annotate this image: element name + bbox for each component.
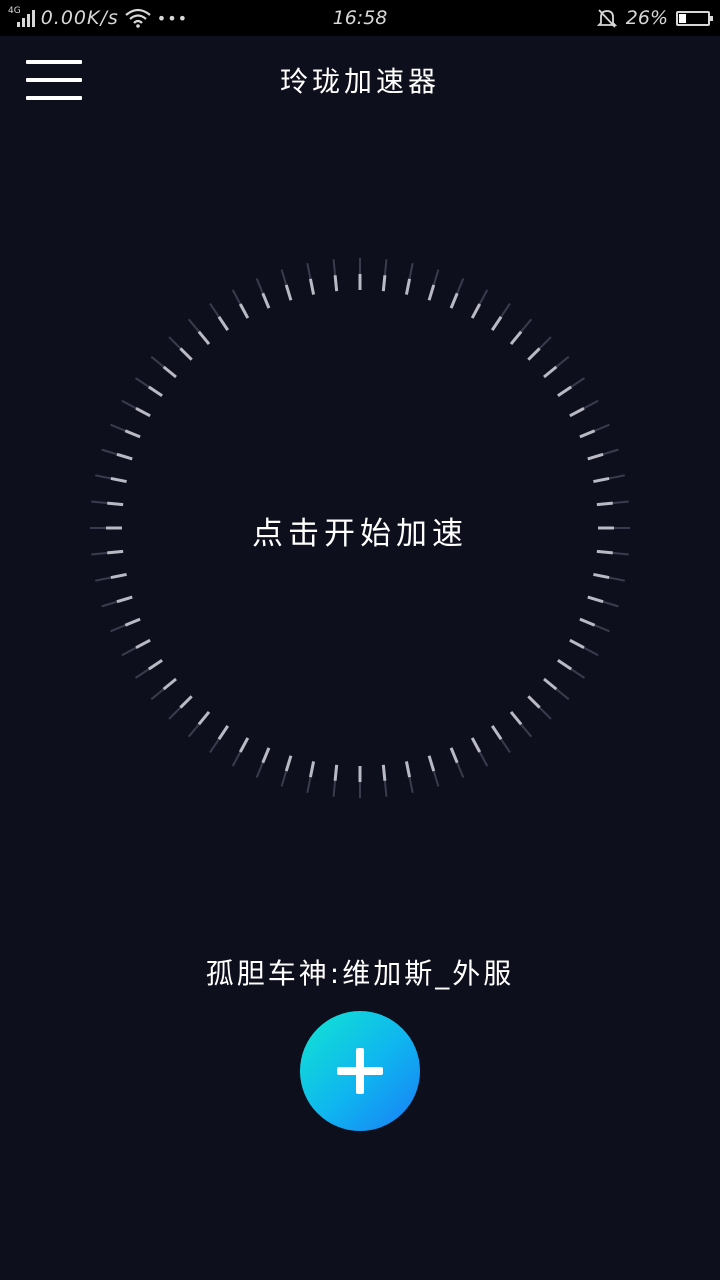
dial-tick <box>110 476 127 484</box>
dial-tick <box>162 677 177 691</box>
dial-tick <box>596 501 613 507</box>
dial-tick <box>404 761 412 778</box>
network-type: 4G <box>8 6 21 16</box>
add-game-button[interactable] <box>300 1011 420 1131</box>
page-title: 玲珑加速器 <box>279 65 440 98</box>
dial-tick <box>333 764 339 781</box>
battery-percent: 26% <box>625 7 668 29</box>
dial-tick <box>217 725 230 741</box>
dial-tick <box>527 347 541 361</box>
dial-tick <box>162 365 177 379</box>
battery-icon <box>676 10 713 26</box>
dial-tick <box>470 303 482 319</box>
battery-fill <box>679 13 686 23</box>
dial-tick <box>110 572 127 580</box>
dial-tick <box>116 595 133 604</box>
dial-tick <box>124 617 141 627</box>
dial-tick <box>333 275 339 292</box>
status-bar-left: 4G 0.00K/s ••• <box>8 0 188 36</box>
dial-tick <box>490 315 503 331</box>
dial-tick <box>587 452 604 461</box>
dial-tick <box>179 347 193 361</box>
dial-tick <box>527 695 541 709</box>
silent-bell-icon <box>596 9 617 28</box>
dial-tick <box>490 725 503 741</box>
app-screen: 4G 0.00K/s ••• 16:58 26% 玲珑加速器 点击开始加速 孤胆… <box>0 0 720 1280</box>
dial-tick <box>449 747 459 764</box>
status-bar: 4G 0.00K/s ••• 16:58 26% <box>0 0 720 36</box>
more-notifications-icon: ••• <box>156 8 189 28</box>
dial-tick <box>116 452 133 461</box>
dial-tick <box>197 711 211 726</box>
dial-tick <box>197 330 211 345</box>
dial-tick <box>427 284 436 301</box>
dial-tick <box>557 658 573 671</box>
dial-tick <box>569 406 585 418</box>
dial-tick <box>557 385 573 398</box>
dial-tick <box>404 278 412 295</box>
dial-tick <box>593 476 610 484</box>
dial-tick <box>427 755 436 772</box>
dial-tick <box>381 275 387 292</box>
dial-tick <box>543 365 558 379</box>
dial-tick <box>509 330 523 345</box>
start-accelerate-label[interactable]: 点击开始加速 <box>90 508 630 553</box>
dial-tick <box>238 737 250 753</box>
dial-tick <box>238 303 250 319</box>
dial-tick <box>470 737 482 753</box>
wifi-icon <box>125 8 151 28</box>
status-bar-right: 26% <box>596 0 713 36</box>
network-speed: 0.00K/s <box>40 7 119 29</box>
dial-tick <box>569 638 585 650</box>
dial-tick <box>308 761 316 778</box>
dial-tick <box>135 638 151 650</box>
dial-tick <box>261 292 271 309</box>
dial-tick <box>124 429 141 439</box>
accelerate-dial[interactable]: 点击开始加速 <box>90 258 630 798</box>
game-account-label: 孤胆车神:维加斯_外服 <box>205 957 515 990</box>
dial-tick <box>261 747 271 764</box>
dial-tick <box>107 501 124 507</box>
dial-tick <box>449 292 459 309</box>
dial-tick <box>135 406 151 418</box>
dial-tick <box>284 755 293 772</box>
dial-tick <box>381 764 387 781</box>
dial-tick <box>217 315 230 331</box>
dial-tick <box>509 711 523 726</box>
dial-tick <box>543 677 558 691</box>
dial-tick <box>179 695 193 709</box>
dial-tick <box>587 595 604 604</box>
dial-tick <box>593 572 610 580</box>
dial-tick <box>579 429 596 439</box>
dial-tick <box>147 658 163 671</box>
dial-tick <box>147 385 163 398</box>
dial-tick <box>284 284 293 301</box>
dial-tick <box>308 278 316 295</box>
dial-tick <box>579 617 596 627</box>
